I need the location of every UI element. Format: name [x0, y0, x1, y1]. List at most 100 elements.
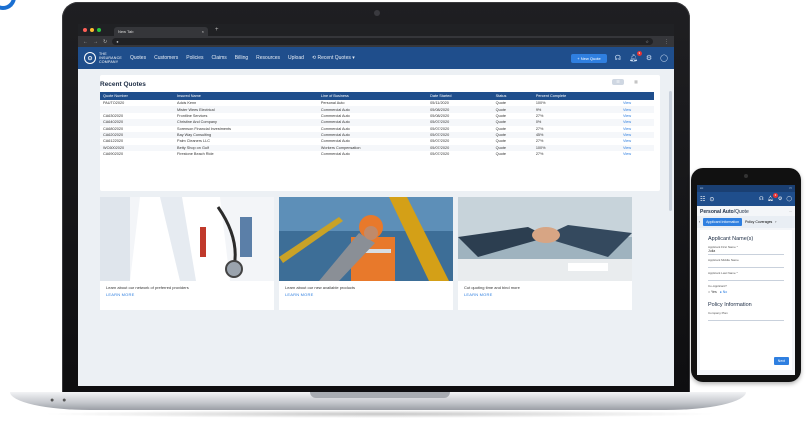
- browser-tab-bar: New Tab × +: [78, 24, 674, 36]
- phone-bell-icon[interactable]: 🔔︎ 3: [768, 193, 778, 202]
- column-header: [620, 92, 654, 100]
- table-body: PAUTO2020 Adcis Kenn Personal Auto 05/11/20…: [100, 100, 654, 157]
- table-cell: Quote: [495, 152, 506, 157]
- gear-icon[interactable]: ⚙: [646, 54, 652, 62]
- learn-more-link[interactable]: LEARN MORE: [100, 292, 274, 297]
- promo-tile-quoting: Cut quoting time and bind more LEARN MOR…: [458, 197, 632, 310]
- signal-icon: ▪▪▪: [700, 186, 704, 190]
- company-logo[interactable]: ⊙ THE INSURANCE COMPANY: [84, 52, 122, 64]
- phone-status-bar: ▪▪▪ ▭: [697, 185, 795, 192]
- nav-recent-quotes[interactable]: ⟲ Recent Quotes ▾: [312, 55, 355, 61]
- learn-more-link[interactable]: LEARN MORE: [458, 292, 632, 297]
- doctor-stethoscope-image: [100, 197, 274, 281]
- close-window-icon[interactable]: [83, 28, 87, 32]
- nav-upload[interactable]: Upload: [288, 55, 304, 61]
- nav-policies[interactable]: Policies: [186, 55, 203, 61]
- column-header[interactable]: Line of Business: [318, 92, 427, 100]
- company-plan-select[interactable]: [708, 315, 784, 321]
- column-header[interactable]: Percent Complete: [533, 92, 620, 100]
- bell-icon[interactable]: 🔔︎ 3: [629, 51, 642, 62]
- browser-tab-title: New Tab: [118, 29, 134, 34]
- reload-icon[interactable]: ↻: [103, 39, 107, 45]
- view-link[interactable]: View: [620, 151, 654, 157]
- chevron-left-icon[interactable]: ‹: [699, 220, 700, 224]
- laptop-notch: [310, 392, 450, 398]
- recent-quotes-card: Recent Quotes ☰ ▦ Quote Number Insured N…: [100, 75, 660, 191]
- battery-icon: ▭: [789, 186, 792, 190]
- next-button[interactable]: Next: [773, 357, 789, 365]
- applicant-form: Applicant Name(s) Applicant First Name *…: [700, 230, 792, 370]
- bookmark-star-icon[interactable]: ☆: [645, 39, 649, 44]
- phone-more-icon[interactable]: ⋯: [789, 209, 792, 215]
- phone-gear-icon[interactable]: ⚙: [778, 196, 782, 202]
- first-name-field[interactable]: Julia: [708, 249, 784, 255]
- logo-text: THE INSURANCE COMPANY: [99, 52, 122, 64]
- phone-camera: [744, 174, 748, 178]
- laptop-base: ● ●: [10, 392, 746, 410]
- user-icon[interactable]: ◯: [660, 54, 668, 62]
- section-heading: Applicant Name(s): [708, 236, 754, 242]
- chevron-right-icon[interactable]: ›: [775, 220, 776, 224]
- table-cell: 05/07/2020: [430, 152, 450, 157]
- co-applicant-radio-group: ○ Yes ● No: [708, 290, 784, 294]
- back-icon[interactable]: ←: [83, 39, 88, 45]
- phone-logo-icon[interactable]: ⊙: [709, 196, 714, 203]
- browser-menu-icon[interactable]: ⋮: [664, 39, 669, 45]
- mobile-phone: ▪▪▪ ▭ ☷ ⊙ ☊ 🔔︎ 3 ⚙ ◯ Personal Auto/Quote …: [691, 168, 801, 382]
- laptop-port-dots: ● ●: [50, 397, 70, 404]
- column-header[interactable]: Date Started: [427, 92, 492, 100]
- nav-claims[interactable]: Claims: [212, 55, 227, 61]
- headset-icon[interactable]: ☊: [615, 54, 621, 62]
- column-header[interactable]: Quote Number: [100, 92, 174, 100]
- view-toggle: ☰ ▦: [612, 79, 642, 85]
- learn-more-link[interactable]: LEARN MORE: [279, 292, 453, 297]
- radio-no[interactable]: ● No: [720, 290, 728, 294]
- table-row[interactable]: CA6902020 Firestone Beach Ride Commercial …: [100, 151, 654, 157]
- promo-tile-providers: Learn about our network of preferred pro…: [100, 197, 274, 310]
- new-quote-button[interactable]: + New Quote: [571, 53, 607, 63]
- table-cell: Commercial Auto: [320, 152, 350, 157]
- nav-resources[interactable]: Resources: [256, 55, 280, 61]
- doctor-image-svg: [100, 197, 274, 281]
- logo-line: COMPANY: [99, 60, 119, 64]
- nav-billing[interactable]: Billing: [235, 55, 248, 61]
- field-label: Co-Applicant?: [708, 284, 727, 288]
- hamburger-icon[interactable]: ☷: [700, 196, 705, 203]
- recent-quotes-title: Recent Quotes: [100, 81, 146, 88]
- dashboard-content: Recent Quotes ☰ ▦ Quote Number Insured N…: [78, 69, 674, 310]
- site-icon: ●: [116, 39, 119, 44]
- phone-user-icon[interactable]: ◯: [786, 196, 792, 202]
- corner-decoration: [0, 0, 16, 10]
- middle-name-field[interactable]: [708, 262, 784, 268]
- promo-tile-text: Learn about our new available products: [285, 285, 356, 290]
- tab-applicant-information[interactable]: Applicant Information: [703, 218, 743, 226]
- phone-headset-icon[interactable]: ☊: [759, 196, 763, 202]
- laptop-lid: New Tab × + ← → ↻ ● ☆ ⋮ ⊙ THE INSURANCE …: [62, 2, 690, 396]
- address-bar[interactable]: ● ☆: [112, 38, 653, 45]
- column-header[interactable]: Insured Name: [174, 92, 318, 100]
- tab-policy-coverages[interactable]: Policy Coverages: [745, 220, 772, 224]
- radio-no-label: No: [722, 290, 728, 294]
- phone-screen: ▪▪▪ ▭ ☷ ⊙ ☊ 🔔︎ 3 ⚙ ◯ Personal Auto/Quote …: [697, 185, 795, 375]
- tab-close-icon[interactable]: ×: [202, 29, 204, 34]
- browser-tab[interactable]: New Tab ×: [114, 27, 208, 36]
- page-scrollbar[interactable]: [669, 91, 672, 211]
- nav-customers[interactable]: Customers: [154, 55, 178, 61]
- radio-yes[interactable]: ○ Yes: [708, 290, 717, 294]
- minimize-window-icon[interactable]: [90, 28, 94, 32]
- history-icon: ⟲: [311, 55, 317, 61]
- maximize-window-icon[interactable]: [97, 28, 101, 32]
- column-header[interactable]: Status: [493, 92, 533, 100]
- promo-tile-products: Learn about our new available products L…: [279, 197, 453, 310]
- nav-quotes[interactable]: Quotes: [130, 55, 146, 61]
- handshake-image-svg: [458, 197, 632, 281]
- laptop-shadow: [40, 410, 720, 418]
- list-view-icon[interactable]: ☰: [612, 79, 624, 85]
- forward-icon[interactable]: →: [93, 39, 98, 45]
- table-cell: CA6902020: [103, 152, 124, 157]
- new-tab-icon[interactable]: +: [215, 27, 219, 33]
- last-name-field[interactable]: [708, 275, 784, 281]
- page-subtitle: /Quote: [733, 209, 749, 215]
- grid-view-icon[interactable]: ▦: [630, 79, 642, 85]
- page-title: Personal Auto: [700, 209, 734, 215]
